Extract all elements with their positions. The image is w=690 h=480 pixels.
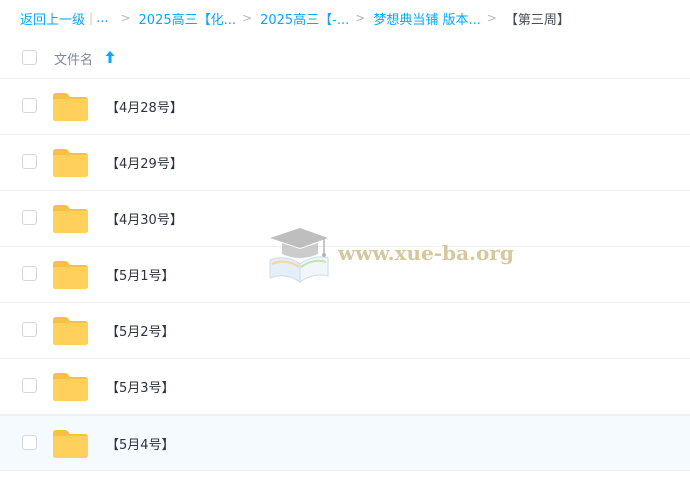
breadcrumb-divider: | <box>89 11 94 25</box>
file-list: 【4月28号】 【4月29号】 【4月30号】 【5月1号】 【5月2号】 【5… <box>0 79 690 471</box>
breadcrumb-arrow: > <box>242 11 253 25</box>
row-checkbox[interactable] <box>22 378 37 393</box>
breadcrumb-arrow: > <box>120 11 131 25</box>
file-list-header: 文件名 <box>0 36 690 79</box>
breadcrumb-collapsed-items[interactable]: ... <box>96 11 108 26</box>
breadcrumb-item[interactable]: 2025高三【-... <box>260 9 349 28</box>
breadcrumb-item[interactable]: 2025高三【化... <box>139 9 236 28</box>
row-checkbox[interactable] <box>22 98 37 113</box>
folder-icon <box>53 93 88 121</box>
select-all-checkbox[interactable] <box>22 50 37 65</box>
file-name[interactable]: 【4月30号】 <box>106 209 183 228</box>
breadcrumb: 返回上一级 | ... > 2025高三【化... > 2025高三【-... … <box>20 8 570 28</box>
file-name[interactable]: 【4月29号】 <box>106 153 183 172</box>
breadcrumb-current: 【第三周】 <box>504 12 570 28</box>
row-checkbox[interactable] <box>22 154 37 169</box>
table-row[interactable]: 【4月30号】 <box>0 191 690 247</box>
table-row[interactable]: 【5月4号】 <box>0 415 690 471</box>
table-row[interactable]: 【4月29号】 <box>0 135 690 191</box>
file-browser-page: 返回上一级 | ... > 2025高三【化... > 2025高三【-... … <box>0 0 690 480</box>
row-checkbox[interactable] <box>22 435 37 450</box>
breadcrumb-item[interactable]: 梦想典当铺 版本... <box>373 9 481 28</box>
breadcrumb-arrow: > <box>486 11 497 25</box>
folder-icon <box>53 430 88 458</box>
file-name[interactable]: 【5月4号】 <box>106 434 175 453</box>
column-file-name[interactable]: 文件名 <box>54 49 93 68</box>
table-row[interactable]: 【5月1号】 <box>0 247 690 303</box>
back-link[interactable]: 返回上一级 <box>20 9 85 28</box>
arrow-up-icon[interactable] <box>104 50 116 64</box>
row-checkbox[interactable] <box>22 210 37 225</box>
file-name[interactable]: 【5月1号】 <box>106 265 175 284</box>
table-row[interactable]: 【5月3号】 <box>0 359 690 415</box>
table-row[interactable]: 【5月2号】 <box>0 303 690 359</box>
folder-icon <box>53 261 88 289</box>
table-row[interactable]: 【4月28号】 <box>0 79 690 135</box>
folder-icon <box>53 373 88 401</box>
row-checkbox[interactable] <box>22 322 37 337</box>
file-name[interactable]: 【5月2号】 <box>106 321 175 340</box>
folder-icon <box>53 205 88 233</box>
folder-icon <box>53 149 88 177</box>
file-name[interactable]: 【4月28号】 <box>106 97 183 116</box>
file-name[interactable]: 【5月3号】 <box>106 377 175 396</box>
row-checkbox[interactable] <box>22 266 37 281</box>
folder-icon <box>53 317 88 345</box>
breadcrumb-arrow: > <box>355 11 366 25</box>
